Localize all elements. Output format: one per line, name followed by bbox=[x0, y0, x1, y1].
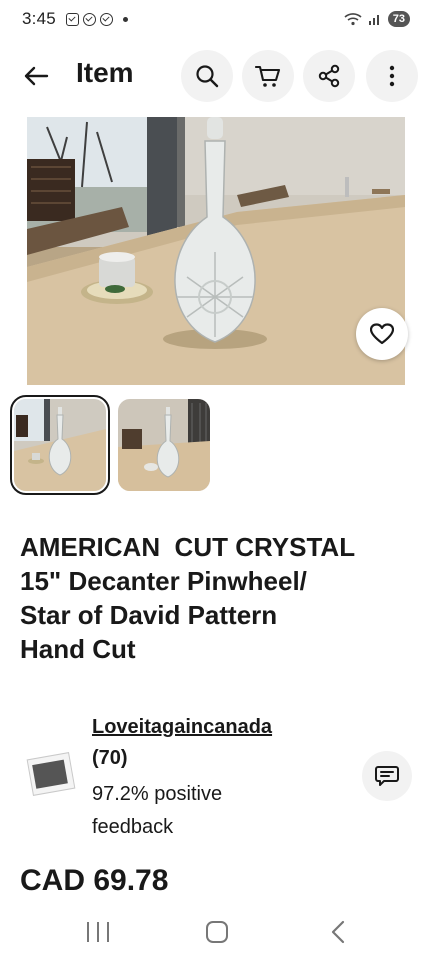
app-header: Item bbox=[0, 48, 432, 104]
status-time: 3:45 bbox=[22, 9, 56, 28]
seller-avatar-image bbox=[26, 752, 76, 796]
seller-avatar[interactable] bbox=[24, 752, 76, 800]
more-options-button[interactable] bbox=[366, 50, 418, 102]
item-price: CAD 69.78 bbox=[20, 864, 169, 897]
messenger-notification-icon bbox=[99, 12, 113, 26]
home-button[interactable] bbox=[206, 921, 228, 943]
chevron-left-icon bbox=[331, 920, 345, 944]
more-vertical-icon bbox=[389, 65, 395, 87]
message-icon bbox=[375, 766, 399, 786]
favorite-button[interactable] bbox=[356, 308, 408, 360]
back-button[interactable] bbox=[20, 60, 52, 92]
system-back-button[interactable] bbox=[330, 920, 346, 949]
seller-name-link[interactable]: Loveitagaincanada bbox=[92, 716, 272, 739]
status-bar: 3:45 73 bbox=[0, 0, 432, 38]
more-notifications-icon bbox=[122, 16, 128, 22]
thumbnail-2[interactable] bbox=[118, 399, 210, 491]
page-title: Item bbox=[76, 57, 134, 88]
seller-feedback-count: (70) bbox=[92, 747, 128, 769]
search-icon bbox=[196, 65, 219, 88]
recents-icon bbox=[97, 922, 99, 942]
screenshot-notification-icon bbox=[65, 12, 79, 26]
thumbnail-photo bbox=[14, 399, 106, 491]
thumbnail-photo bbox=[118, 399, 210, 491]
share-button[interactable] bbox=[303, 50, 355, 102]
system-nav-bar bbox=[0, 905, 432, 960]
recents-button[interactable] bbox=[87, 922, 109, 942]
search-button[interactable] bbox=[181, 50, 233, 102]
heart-icon bbox=[370, 323, 394, 345]
contact-seller-button[interactable] bbox=[362, 751, 412, 801]
cart-button[interactable] bbox=[242, 50, 294, 102]
recents-icon bbox=[107, 922, 109, 942]
cart-icon bbox=[255, 65, 281, 87]
messenger-notification-icon bbox=[82, 12, 96, 26]
signal-icon bbox=[368, 15, 379, 25]
seller-feedback-percent: 97.2% positive feedback bbox=[92, 783, 223, 838]
status-indicators: 73 bbox=[344, 11, 410, 27]
battery-indicator: 73 bbox=[387, 11, 410, 27]
notification-icons bbox=[65, 12, 128, 26]
wifi-icon bbox=[344, 13, 362, 26]
item-title: AMERICAN CUT CRYSTAL 15" Decanter Pinwhe… bbox=[20, 532, 356, 664]
arrow-left-icon bbox=[24, 66, 49, 86]
decanter-photo bbox=[27, 117, 405, 385]
product-main-image[interactable] bbox=[27, 117, 405, 385]
share-icon bbox=[318, 64, 340, 88]
thumbnail-1[interactable] bbox=[10, 395, 110, 495]
recents-icon bbox=[87, 922, 89, 942]
